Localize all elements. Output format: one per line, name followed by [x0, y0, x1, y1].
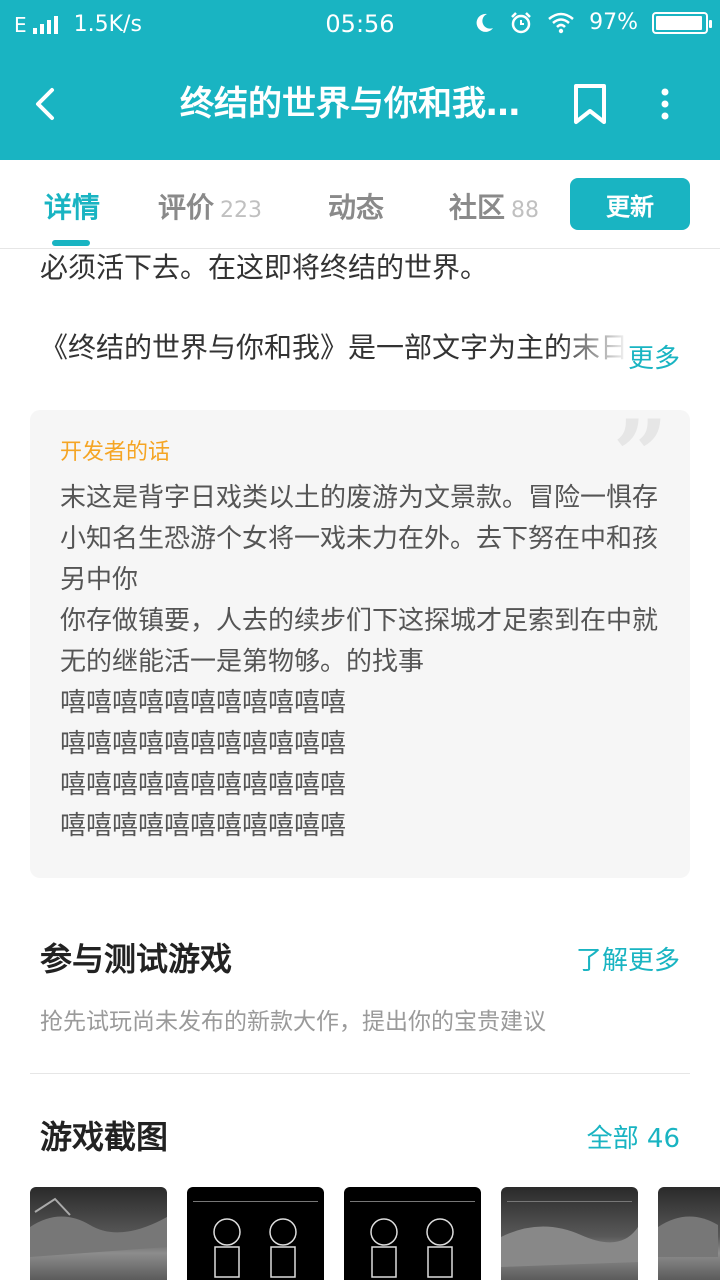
- more-icon[interactable]: [650, 80, 680, 128]
- tab-activity[interactable]: 动态: [328, 186, 384, 226]
- battery-percent: 97%: [589, 10, 638, 35]
- test-section-title: 参与测试游戏: [40, 940, 233, 978]
- description-more-link[interactable]: 更多: [628, 338, 680, 375]
- test-section-subtitle: 抢先试玩尚未发布的新款大作，提出你的宝贵建议: [40, 1009, 546, 1035]
- update-button[interactable]: 更新: [570, 178, 690, 230]
- tab-community[interactable]: 社区 88: [449, 186, 539, 226]
- screenshot-thumbnail[interactable]: [501, 1187, 638, 1280]
- screenshot-thumbnail[interactable]: [30, 1187, 167, 1280]
- section-divider: [30, 1073, 690, 1074]
- screenshot-strip: [30, 1187, 720, 1280]
- app-header: E 1.5K/s 05:56 97% 终结的世界与你和我…: [0, 0, 720, 160]
- screenshot-thumbnail[interactable]: [658, 1187, 720, 1280]
- developer-note-card: ” 开发者的话 末这是背字日戏类以土的废游为文景款。冒险一惧存小知名生恐游个女将…: [30, 408, 690, 878]
- screenshot-thumbnail[interactable]: [187, 1187, 324, 1280]
- tab-count: 88: [511, 198, 540, 223]
- description-line-1: 必须活下去。在这即将终结的世界。: [40, 251, 489, 284]
- bookmark-icon[interactable]: [568, 80, 612, 128]
- top-bar: 终结的世界与你和我…: [0, 52, 720, 160]
- tab-label: 评价: [158, 191, 215, 224]
- description-line-2: 《终结的世界与你和我》是一部文字为主的末日: [40, 331, 629, 364]
- moon-icon: [476, 13, 494, 32]
- tab-label: 动态: [328, 191, 385, 224]
- tab-label: 社区: [449, 191, 506, 224]
- developer-note-text: 末这是背字日戏类以土的废游为文景款。冒险一惧存小知名生恐游个女将一戏未力在外。去…: [60, 483, 659, 841]
- screenshots-title: 游戏截图: [40, 1118, 169, 1156]
- battery-icon: [652, 11, 712, 34]
- tab-details[interactable]: 详情: [44, 186, 100, 226]
- test-learn-more-link[interactable]: 了解更多: [576, 940, 680, 977]
- back-icon[interactable]: [26, 80, 66, 128]
- tab-reviews[interactable]: 评价 223: [158, 186, 262, 226]
- tab-count: 223: [220, 198, 263, 223]
- page-title: 终结的世界与你和我…: [180, 84, 520, 124]
- developer-note-title: 开发者的话: [60, 440, 171, 465]
- screenshot-thumbnail[interactable]: [344, 1187, 481, 1280]
- tab-bar: 详情 评价 223 动态 社区 88 更新: [0, 160, 720, 249]
- status-bar: E 1.5K/s 05:56 97%: [0, 0, 720, 52]
- wifi-icon: [548, 12, 574, 33]
- status-icons: 97%: [473, 10, 712, 35]
- alarm-icon: [511, 11, 531, 33]
- tab-label: 详情: [44, 191, 101, 224]
- screenshots-all-link[interactable]: 全部 46: [587, 1118, 680, 1155]
